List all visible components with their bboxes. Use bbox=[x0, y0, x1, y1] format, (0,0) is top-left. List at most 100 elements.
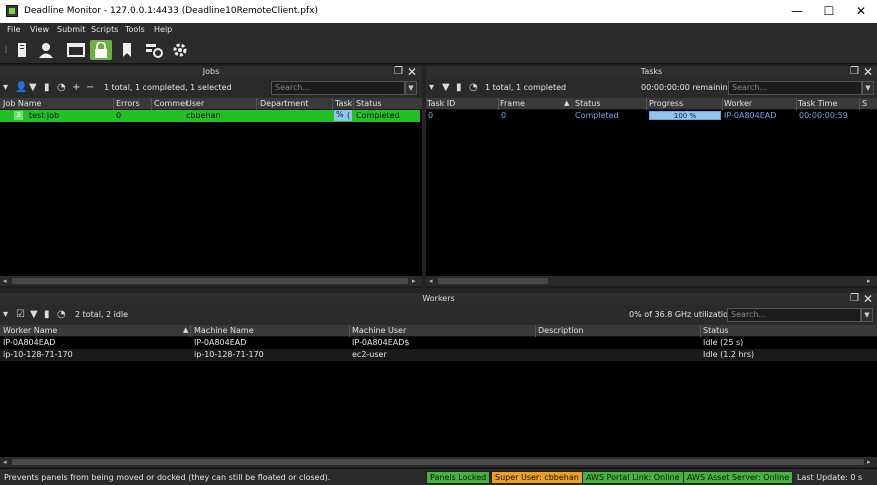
table-row[interactable]: 3 test job 0 cbbehan % ( Completed bbox=[0, 110, 420, 122]
col-description[interactable]: Description bbox=[538, 326, 584, 335]
col-worker-name[interactable]: Worker Name bbox=[3, 326, 57, 335]
col-task-time[interactable]: Task Time bbox=[798, 99, 837, 108]
menu-bar: File View Submit Scripts Tools Help bbox=[0, 23, 877, 37]
gear-icon[interactable] bbox=[170, 40, 190, 60]
close-panel-icon[interactable]: ✕ bbox=[407, 66, 417, 78]
add-icon[interactable]: + bbox=[72, 82, 80, 93]
col-s[interactable]: S bbox=[862, 99, 867, 108]
minimize-button[interactable]: — bbox=[781, 0, 813, 23]
workers-toolbar: ▾ ☑ ▼ ▮ ◔ 2 total, 2 idle 0% of 36.8 GHz… bbox=[0, 305, 877, 325]
workers-table-header: Worker Name ▲ Machine Name Machine User … bbox=[0, 325, 877, 337]
scroll-left-icon[interactable]: ◂ bbox=[3, 457, 7, 467]
job-user: cbbehan bbox=[186, 111, 221, 120]
window-icon[interactable] bbox=[64, 40, 88, 60]
col-comment[interactable]: Commer bbox=[154, 99, 188, 108]
jobs-status-text: 1 total, 1 completed, 1 selected bbox=[104, 83, 232, 92]
menu-help[interactable]: Help bbox=[154, 25, 172, 34]
scroll-right-icon[interactable]: ▸ bbox=[867, 457, 871, 467]
col-machine-user[interactable]: Machine User bbox=[352, 326, 406, 335]
tasks-search-input[interactable]: Search... bbox=[728, 81, 862, 95]
table-row[interactable]: 0 0 Completed 100 % IP-0A804EAD 00:00:00… bbox=[426, 110, 877, 122]
close-panel-icon[interactable]: ✕ bbox=[863, 293, 873, 305]
tasks-horizontal-scrollbar[interactable]: ◂ ▸ bbox=[426, 276, 877, 286]
scroll-thumb[interactable] bbox=[438, 278, 548, 284]
col-progress[interactable]: Progress bbox=[649, 99, 683, 108]
float-panel-icon[interactable]: ❐ bbox=[850, 293, 859, 305]
main-toolbar: ⁞ bbox=[0, 37, 877, 64]
jobs-search-input[interactable]: Search... bbox=[271, 81, 405, 95]
aws-asset-server-badge[interactable]: AWS Asset Server: Online bbox=[683, 471, 794, 484]
super-user-badge[interactable]: Super User: cbbehan bbox=[491, 471, 583, 484]
col-frame[interactable]: Frame bbox=[500, 99, 525, 108]
user-filter-icon[interactable]: 👤 bbox=[15, 82, 27, 93]
sort-ascending-icon[interactable]: ▲ bbox=[183, 326, 188, 334]
job-task-extra: ( bbox=[347, 111, 351, 120]
scroll-thumb[interactable] bbox=[12, 278, 408, 284]
float-panel-icon[interactable]: ❐ bbox=[850, 66, 859, 78]
aws-portal-link-badge[interactable]: AWS Portal Link: Online bbox=[582, 471, 684, 484]
close-window-button[interactable]: ✕ bbox=[845, 0, 877, 23]
filter-icon[interactable]: ▼ bbox=[442, 82, 450, 93]
col-machine-name[interactable]: Machine Name bbox=[194, 326, 254, 335]
col-status[interactable]: Status bbox=[703, 326, 729, 335]
workers-search-dropdown[interactable]: ▼ bbox=[861, 308, 873, 322]
float-panel-icon[interactable]: ❐ bbox=[394, 66, 403, 78]
menu-view[interactable]: View bbox=[30, 25, 49, 34]
workers-status-text: 2 total, 2 idle bbox=[75, 310, 129, 319]
col-user[interactable]: User bbox=[186, 99, 204, 108]
lock-icon[interactable] bbox=[90, 40, 112, 60]
workers-utilization-text: 0% of 36.8 GHz utilization bbox=[629, 310, 734, 319]
jobs-horizontal-scrollbar[interactable]: ◂ ▸ bbox=[0, 276, 422, 286]
col-task[interactable]: Task bbox=[335, 99, 352, 108]
menu-file[interactable]: File bbox=[7, 25, 20, 34]
checklist-icon[interactable]: ☑ bbox=[16, 309, 25, 320]
scroll-thumb[interactable] bbox=[12, 459, 864, 465]
scroll-right-icon[interactable]: ▸ bbox=[412, 276, 416, 286]
workers-search-input[interactable]: Search... bbox=[727, 308, 861, 322]
tasks-remaining-text: 00:00:00:00 remaining bbox=[641, 83, 733, 92]
remove-icon[interactable]: − bbox=[86, 82, 94, 93]
col-worker[interactable]: Worker bbox=[724, 99, 752, 108]
pie-chart-icon[interactable]: ◔ bbox=[469, 82, 478, 93]
col-status[interactable]: Status bbox=[356, 99, 382, 108]
bookmark-icon[interactable]: ▮ bbox=[44, 82, 50, 93]
panels-locked-badge[interactable]: Panels Locked bbox=[426, 471, 491, 484]
scroll-left-icon[interactable]: ◂ bbox=[3, 276, 7, 286]
pie-chart-icon[interactable]: ◔ bbox=[57, 82, 66, 93]
filter-icon[interactable]: ▼ bbox=[30, 309, 38, 320]
task-status: Completed bbox=[575, 111, 619, 120]
dropdown-arrow-icon[interactable]: ▾ bbox=[3, 82, 8, 93]
close-panel-icon[interactable]: ✕ bbox=[863, 66, 873, 78]
bookmark-icon[interactable]: ▮ bbox=[44, 309, 50, 320]
dropdown-arrow-icon[interactable]: ▾ bbox=[3, 309, 8, 320]
workers-horizontal-scrollbar[interactable]: ◂ ▸ bbox=[0, 457, 877, 467]
bookmark-icon[interactable]: ▮ bbox=[456, 82, 462, 93]
settings-group-icon[interactable] bbox=[144, 40, 164, 60]
menu-scripts[interactable]: Scripts bbox=[91, 25, 118, 34]
col-department[interactable]: Department bbox=[260, 99, 308, 108]
maximize-button[interactable]: ☐ bbox=[813, 0, 845, 23]
menu-tools[interactable]: Tools bbox=[125, 25, 145, 34]
col-task-id[interactable]: Task ID bbox=[427, 99, 455, 108]
col-errors[interactable]: Errors bbox=[116, 99, 140, 108]
table-row[interactable]: IP-0A804EAD IP-0A804EAD IP-0A804EAD$ Idl… bbox=[0, 337, 877, 349]
sort-ascending-icon[interactable]: ▲ bbox=[564, 99, 569, 107]
task-time: 00:00:00:59 bbox=[799, 111, 848, 120]
filter-icon[interactable]: ▼ bbox=[29, 82, 37, 93]
user-icon[interactable] bbox=[36, 40, 56, 60]
jobs-title-label: Jobs bbox=[202, 67, 220, 76]
col-status[interactable]: Status bbox=[575, 99, 601, 108]
pie-chart-icon[interactable]: ◔ bbox=[57, 309, 66, 320]
bookmark-icon[interactable] bbox=[117, 40, 137, 60]
tasks-table-header: Task ID Frame ▲ Status Progress Worker T… bbox=[426, 98, 877, 110]
tasks-search-dropdown[interactable]: ▼ bbox=[862, 81, 874, 95]
scroll-left-icon[interactable]: ◂ bbox=[429, 276, 433, 286]
grip-icon[interactable]: ⁞ bbox=[2, 40, 10, 60]
dropdown-arrow-icon[interactable]: ▾ bbox=[429, 82, 434, 93]
menu-submit[interactable]: Submit bbox=[57, 25, 85, 34]
scroll-right-icon[interactable]: ▸ bbox=[867, 276, 871, 286]
table-row[interactable]: ip-10-128-71-170 ip-10-128-71-170 ec2-us… bbox=[0, 349, 877, 361]
monitor-icon[interactable] bbox=[12, 40, 32, 60]
jobs-search-dropdown[interactable]: ▼ bbox=[405, 81, 417, 95]
col-job-name[interactable]: Job Name bbox=[3, 99, 41, 108]
